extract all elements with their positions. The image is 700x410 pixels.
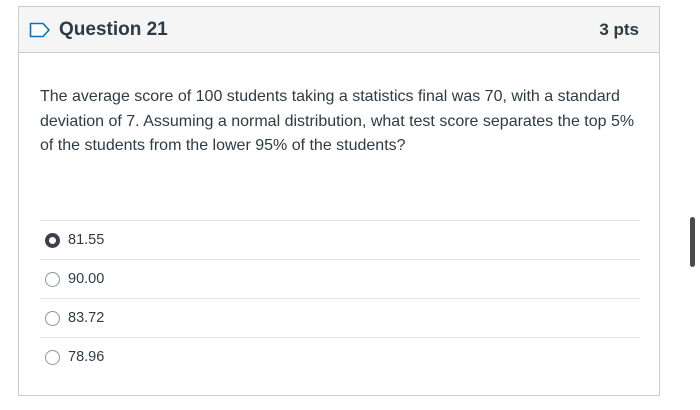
scrollbar[interactable] — [690, 217, 695, 267]
answer-option[interactable]: 78.96 — [40, 337, 640, 376]
flag-question-icon[interactable] — [29, 22, 51, 38]
question-text: The average score of 100 students taking… — [40, 88, 635, 154]
answer-label: 90.00 — [68, 271, 105, 287]
question-header: Question 21 3 pts — [19, 7, 659, 53]
answer-option[interactable]: 83.72 — [40, 298, 640, 337]
answer-label: 78.96 — [68, 349, 105, 365]
answer-option[interactable]: 90.00 — [40, 259, 640, 298]
question-title: Question 21 — [59, 18, 168, 40]
radio-button[interactable] — [45, 310, 60, 326]
answer-option[interactable]: 81.55 — [40, 220, 640, 259]
answer-label: 83.72 — [68, 310, 105, 326]
answer-label: 81.55 — [68, 232, 105, 248]
radio-button-selected[interactable] — [45, 232, 60, 248]
question-header-left: Question 21 — [29, 19, 168, 41]
question-points: 3 pts — [599, 19, 639, 39]
radio-button[interactable] — [45, 271, 60, 287]
answer-list: 81.55 90.00 83.72 78.96 — [40, 220, 640, 376]
question-card: Question 21 3 pts The average score of 1… — [18, 6, 660, 396]
radio-button[interactable] — [45, 349, 60, 365]
